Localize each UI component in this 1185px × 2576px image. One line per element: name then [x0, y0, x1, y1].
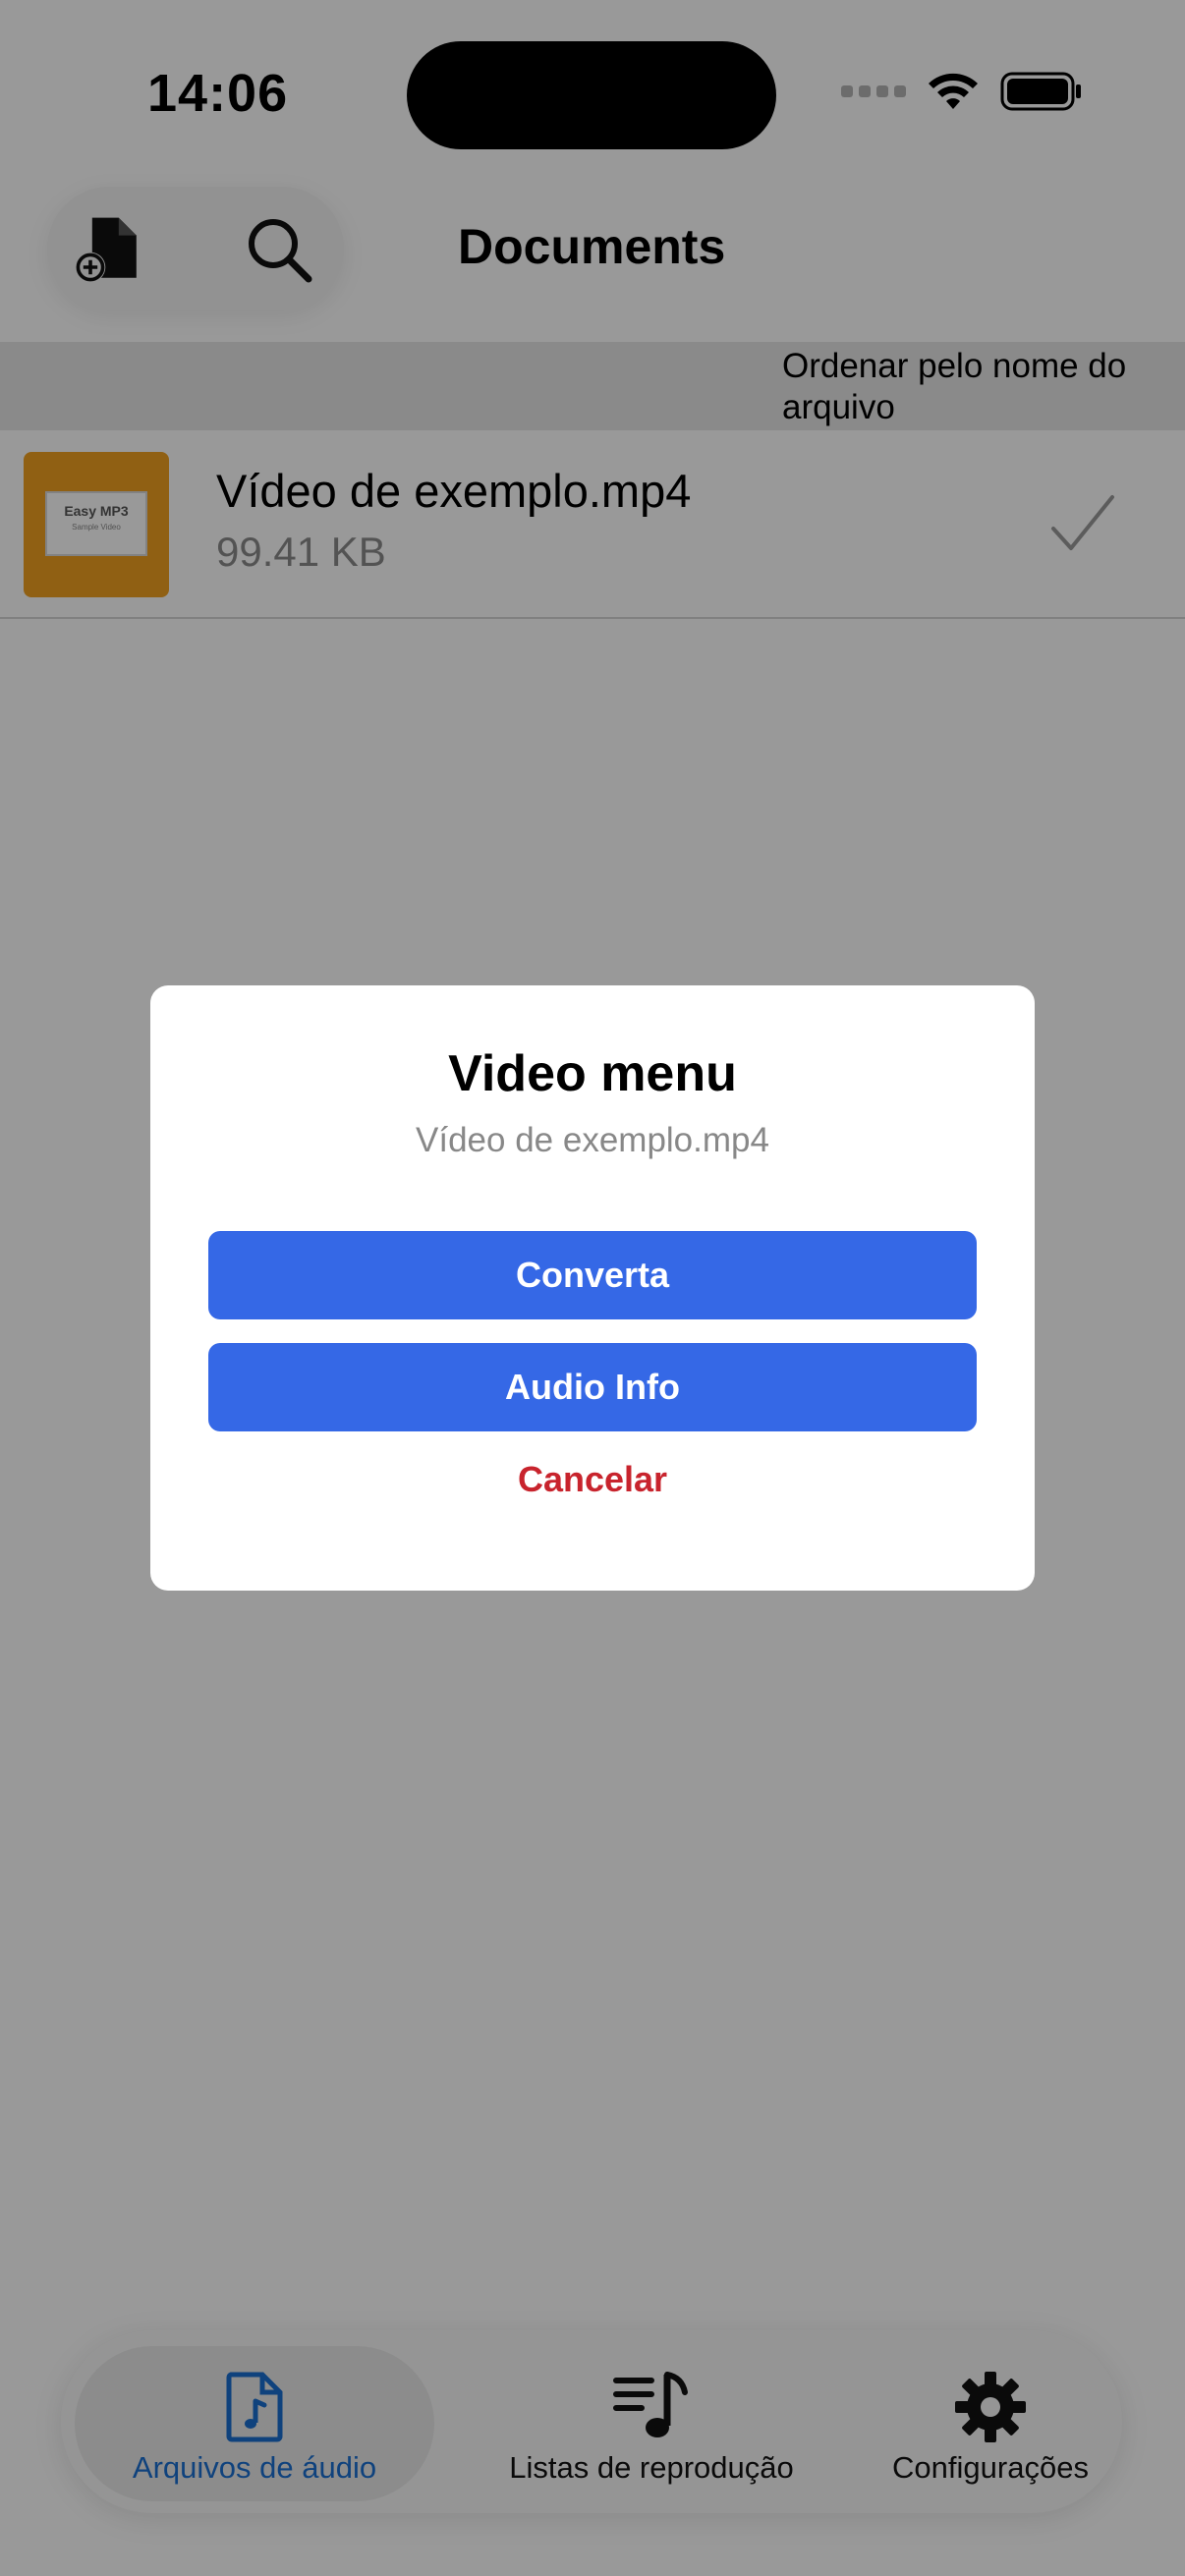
video-menu-dialog: Video menu Vídeo de exemplo.mp4 Converta…: [150, 985, 1035, 1591]
dialog-subtitle: Vídeo de exemplo.mp4: [416, 1121, 769, 1159]
screen: 14:06 Documents Ordenar pelo nome do arq…: [0, 0, 1185, 2576]
convert-button[interactable]: Converta: [208, 1231, 977, 1319]
cancel-button[interactable]: Cancelar: [150, 1459, 1035, 1500]
dialog-title: Video menu: [448, 1045, 737, 1102]
audio-info-button[interactable]: Audio Info: [208, 1343, 977, 1431]
